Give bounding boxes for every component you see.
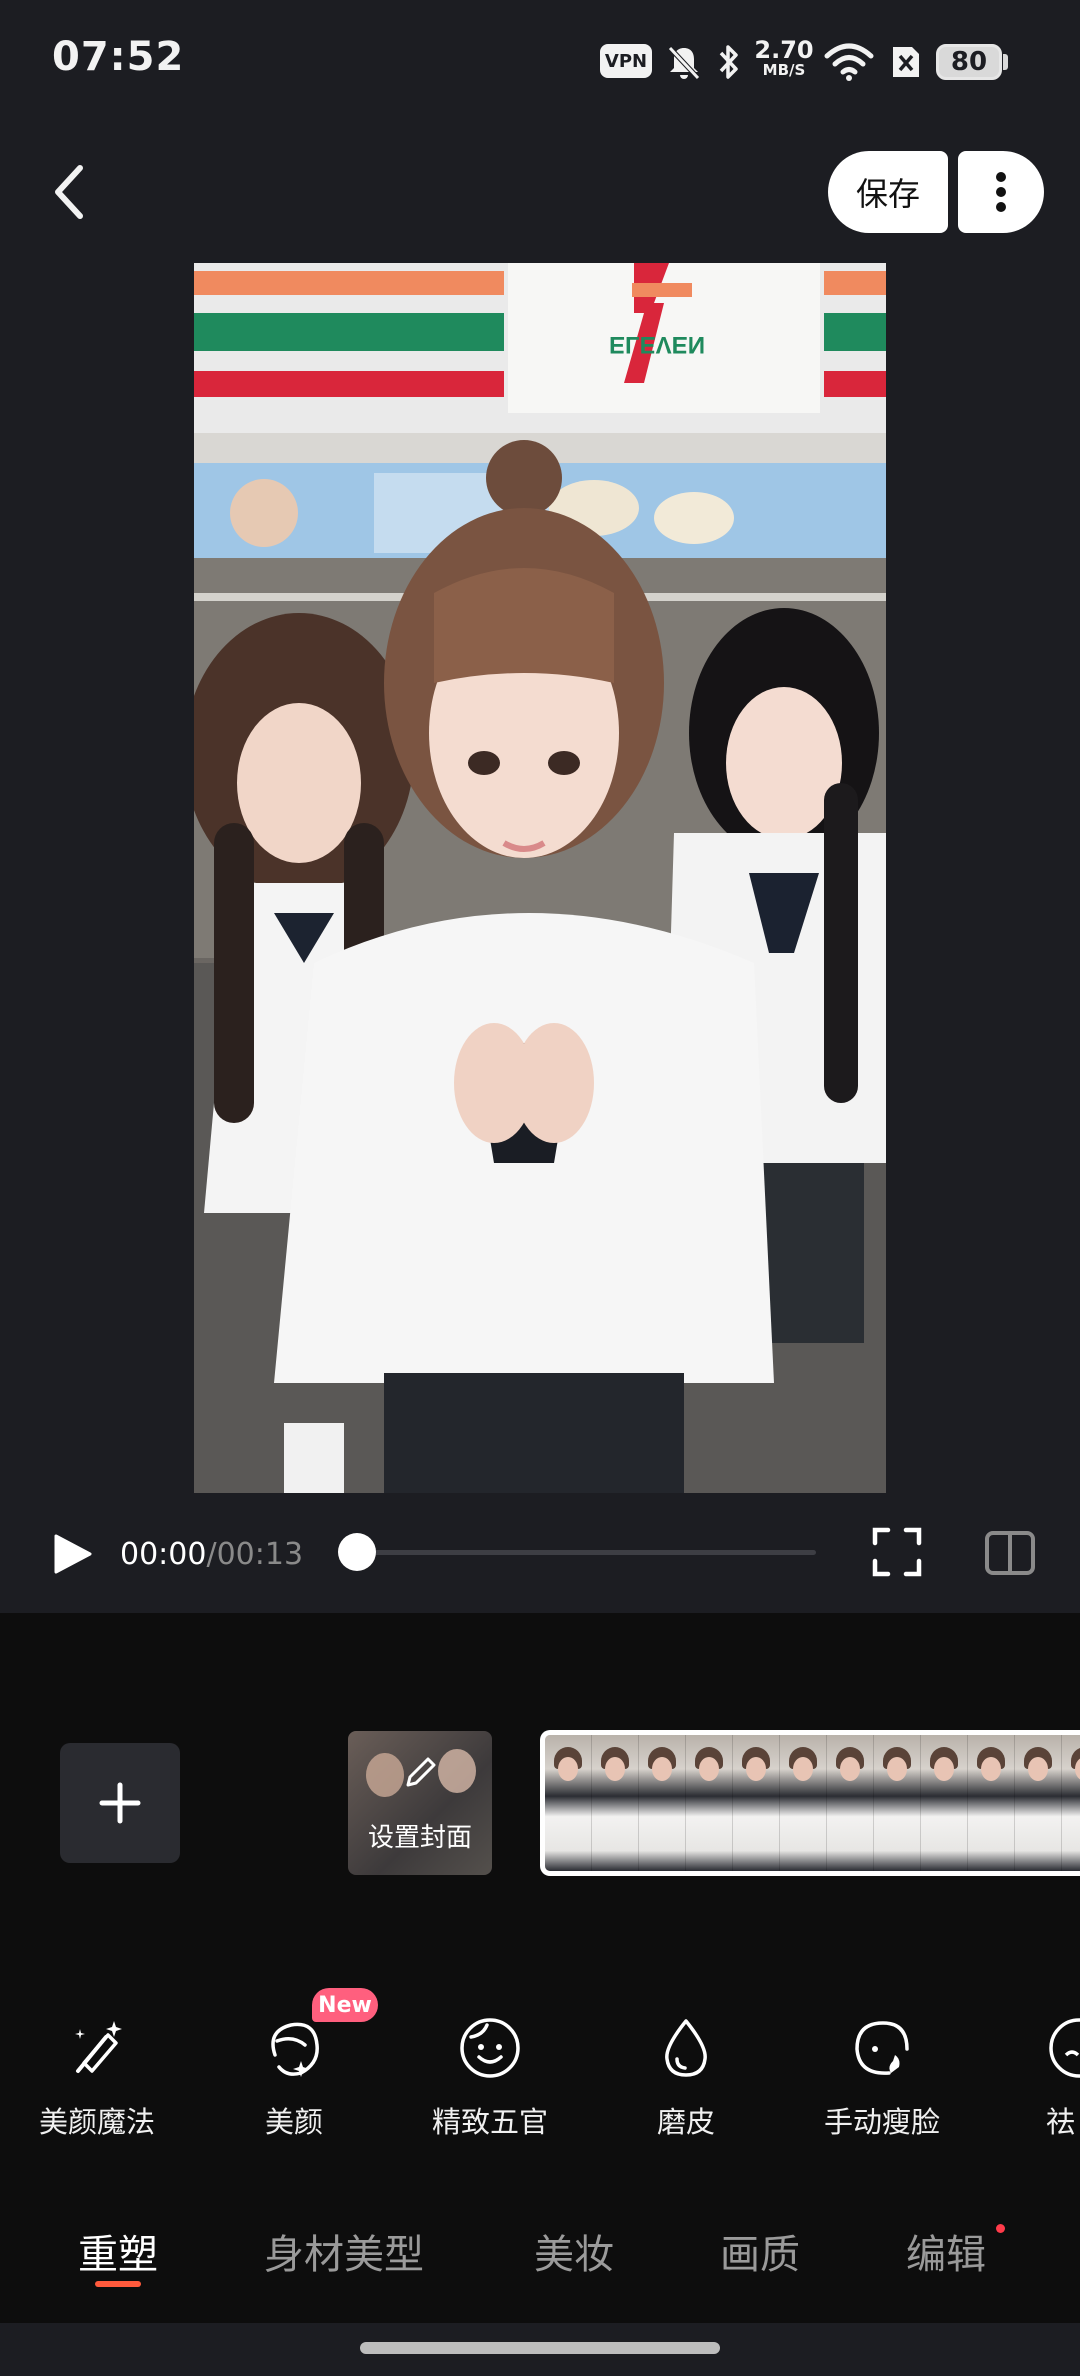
plus-icon xyxy=(99,1782,141,1824)
video-clip-strip[interactable] xyxy=(540,1730,1080,1876)
tool-label: 磨皮 xyxy=(656,2105,715,2139)
network-speed: 2.70 MB/S xyxy=(752,38,816,78)
cover-thumb-face xyxy=(366,1753,404,1797)
save-button[interactable]: 保存 xyxy=(828,151,948,233)
wifi-icon xyxy=(824,43,874,81)
progress-thumb[interactable] xyxy=(338,1533,376,1571)
face-slim-icon xyxy=(855,2021,909,2075)
magic-wand-icon xyxy=(75,2021,122,2073)
clip-frame-thumbnail xyxy=(592,1735,639,1871)
clip-frame-thumbnail xyxy=(545,1735,592,1871)
progress-track[interactable] xyxy=(346,1550,816,1555)
tab-makeup[interactable]: 美妆 xyxy=(534,2222,614,2280)
speed-unit: MB/S xyxy=(762,61,806,79)
tool-remove[interactable]: 祛 xyxy=(978,2015,1080,2141)
add-clip-button[interactable] xyxy=(60,1743,180,1863)
tool-beauty[interactable]: 美颜 xyxy=(194,2015,394,2141)
tool-label: 美颜魔法 xyxy=(38,2105,155,2139)
clip-frame-thumbnail xyxy=(686,1735,733,1871)
compare-icon[interactable] xyxy=(984,1530,1036,1576)
sim-none-icon xyxy=(893,47,919,77)
set-cover-button[interactable]: 设置封面 xyxy=(348,1731,492,1875)
droplet-icon xyxy=(665,2019,707,2077)
tool-label: 美颜 xyxy=(264,2105,323,2139)
new-badge: New xyxy=(312,1988,378,2022)
speed-value: 2.70 xyxy=(754,36,814,64)
notification-dot xyxy=(996,2224,1005,2233)
active-tab-indicator xyxy=(95,2281,141,2287)
tab-quality[interactable]: 画质 xyxy=(720,2222,800,2280)
time-separator: / xyxy=(206,1537,217,1572)
vpn-indicator: VPN xyxy=(600,44,652,78)
tool-manual-slim-face[interactable]: 手动瘦脸 xyxy=(782,2015,982,2141)
video-frame-image: ELEVEN xyxy=(194,263,886,1493)
clip-frame-thumbnail xyxy=(874,1735,921,1871)
tab-edit[interactable]: 编辑 xyxy=(906,2222,986,2280)
tool-smooth-skin[interactable]: 磨皮 xyxy=(586,2015,786,2141)
set-cover-label: 设置封面 xyxy=(367,1823,472,1853)
status-time: 07:52 xyxy=(52,34,185,80)
clip-frame-thumbnail xyxy=(780,1735,827,1871)
tab-reshape[interactable]: 重塑 xyxy=(78,2222,158,2280)
battery-tip xyxy=(1003,54,1008,70)
face-remove-icon xyxy=(1049,2018,1080,2078)
fullscreen-icon[interactable] xyxy=(872,1527,922,1577)
face-beauty-icon xyxy=(271,2022,319,2077)
tool-label: 手动瘦脸 xyxy=(823,2105,940,2139)
clip-frame-thumbnail xyxy=(1062,1735,1080,1871)
clip-frame-thumbnail xyxy=(1015,1735,1062,1871)
clip-frame-thumbnail xyxy=(968,1735,1015,1871)
back-icon[interactable] xyxy=(50,164,90,220)
tool-beauty-magic[interactable]: 美颜魔法 xyxy=(0,2015,197,2141)
store-sign-text: ELEVEN xyxy=(609,331,705,358)
tool-refined-features[interactable]: 精致五官 xyxy=(390,2015,590,2141)
mute-icon xyxy=(668,46,700,80)
total-time: 00:13 xyxy=(216,1537,304,1572)
pencil-icon xyxy=(406,1757,436,1787)
home-indicator[interactable] xyxy=(360,2342,720,2354)
clip-frame-thumbnail xyxy=(921,1735,968,1871)
tool-label: 祛 xyxy=(1046,2105,1076,2139)
more-button[interactable] xyxy=(958,151,1044,233)
more-vertical-icon xyxy=(996,172,1006,212)
play-icon[interactable] xyxy=(50,1532,94,1576)
clip-frame-thumbnail xyxy=(639,1735,686,1871)
smile-face-icon xyxy=(460,2018,520,2078)
battery-indicator: 80 xyxy=(936,44,1002,80)
clip-frame-thumbnail xyxy=(733,1735,780,1871)
tool-label: 精致五官 xyxy=(431,2105,548,2139)
video-preview[interactable]: ELEVEN xyxy=(194,263,886,1493)
clip-frame-thumbnail xyxy=(827,1735,874,1871)
current-time: 00:00 xyxy=(120,1537,207,1572)
tab-body-shape[interactable]: 身材美型 xyxy=(264,2222,424,2280)
bluetooth-icon xyxy=(719,45,738,79)
cover-thumb-face xyxy=(438,1749,476,1793)
playback-time: 00:00/00:13 xyxy=(120,1537,303,1572)
